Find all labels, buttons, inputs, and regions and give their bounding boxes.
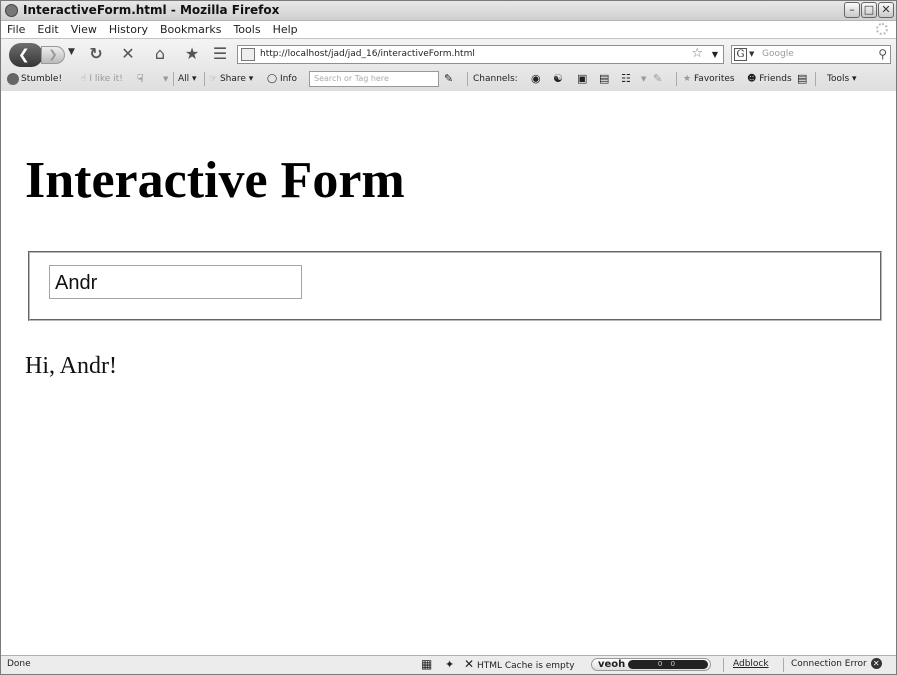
url-bar[interactable]: http://localhost/jad/jad_16/interactiveF… (237, 45, 724, 64)
stumble-button[interactable]: Stumble! (7, 69, 62, 89)
stop-icon[interactable]: ✕ (117, 44, 139, 64)
veoh-logo: veoh (598, 659, 626, 670)
thumbs-up-icon: ☝ (81, 74, 87, 84)
minimize-button[interactable]: – (844, 2, 860, 18)
veoh-counter: 0 0 (628, 660, 708, 669)
search-placeholder[interactable]: Google (762, 46, 794, 63)
site-identity-icon[interactable] (241, 48, 255, 61)
connection-status[interactable]: Connection Error ✕ (791, 656, 882, 673)
greeting-text: Hi, Andr! (25, 353, 117, 379)
thumbs-down-icon[interactable]: ☟ (137, 69, 144, 89)
separator (467, 72, 468, 86)
all-label: All (178, 74, 190, 84)
all-dropdown[interactable]: All ▾ (178, 69, 197, 89)
menu-help[interactable]: Help (273, 21, 298, 38)
adblock-button[interactable]: Adblock (733, 656, 769, 673)
separator (204, 72, 205, 86)
addon-icon[interactable]: ★ (181, 44, 203, 64)
info-bubble-icon: ◯ (267, 74, 278, 84)
tag-icon[interactable]: ✎ (444, 69, 453, 89)
stumbleupon-icon (7, 72, 19, 85)
nav-row: ❮ ❯ ▼ ↻ ✕ ⌂ ★ ☰ http://localhost/jad/jad… (1, 42, 896, 68)
search-engine-icon[interactable]: G (734, 48, 747, 61)
bookmark-star-icon[interactable]: ☆ (691, 45, 703, 62)
close-button[interactable]: ✕ (878, 2, 894, 18)
ilike-button[interactable]: ☝ I like it! (81, 69, 123, 89)
favorites-label: Favorites (693, 74, 735, 84)
channel-globe-icon[interactable]: ◉ (531, 69, 541, 89)
cache-x-icon: ✕ (464, 657, 475, 671)
reload-icon[interactable]: ↻ (85, 44, 107, 64)
veoh-widget[interactable]: veoh 0 0 (591, 658, 711, 671)
separator (676, 72, 677, 86)
channel-tag-icon[interactable]: ✎ (653, 69, 662, 89)
menu-edit[interactable]: Edit (37, 21, 58, 38)
menu-file[interactable]: File (7, 21, 25, 38)
navigation-toolbar: ❮ ❯ ▼ ↻ ✕ ⌂ ★ ☰ http://localhost/jad/jad… (1, 38, 896, 92)
channel-news-icon[interactable]: ☷ (621, 69, 631, 89)
status-text: Done (7, 659, 31, 669)
menu-bar: File Edit View History Bookmarks Tools Help (1, 21, 896, 38)
page-title: Interactive Form (25, 152, 405, 209)
home-icon[interactable]: ⌂ (149, 44, 171, 64)
tools-label: Tools (827, 74, 850, 84)
database-icon[interactable]: ☰ (209, 44, 231, 64)
search-box[interactable]: G ▼ Google ⚲ (731, 45, 891, 64)
separator (783, 658, 784, 672)
status-bar: Done ▦ ✦ ✕ HTML Cache is empty veoh 0 0 … (1, 655, 896, 674)
tools-dropdown[interactable]: Tools ▾ (827, 69, 857, 89)
menu-tools[interactable]: Tools (233, 21, 260, 38)
info-label: Info (279, 74, 297, 84)
channels-dropdown-icon[interactable]: ▼ (641, 69, 646, 89)
friends-button[interactable]: ☻ Friends (747, 69, 792, 89)
favorites-star-icon: ★ (683, 74, 692, 84)
share-button[interactable]: ☞ Share ▾ (209, 69, 253, 89)
html-cache-status[interactable]: ✕ HTML Cache is empty (464, 656, 575, 675)
menu-view[interactable]: View (71, 21, 97, 38)
share-icon: ☞ (209, 74, 218, 84)
channels-label: Channels: (473, 74, 518, 84)
url-text[interactable]: http://localhost/jad/jad_16/interactiveF… (260, 46, 475, 63)
throbber-icon (876, 23, 888, 35)
channel-tv-icon[interactable]: ▤ (599, 69, 609, 89)
cache-label: HTML Cache is empty (476, 661, 575, 671)
stumbleupon-toolbar: Stumble! ☝ I like it! ☟ ▼ All ▾ ☞ Share … (1, 69, 896, 89)
window-title: InteractiveForm.html - Mozilla Firefox (23, 3, 280, 17)
name-input[interactable] (49, 265, 302, 299)
separator (173, 72, 174, 86)
thumbs-dropdown-icon[interactable]: ▼ (163, 69, 168, 89)
ilike-label: I like it! (89, 74, 123, 84)
addon-status-icon[interactable]: ▦ (421, 656, 432, 673)
stumble-label: Stumble! (21, 74, 63, 84)
page-icon[interactable]: ▤ (797, 69, 807, 89)
friends-label: Friends (759, 74, 792, 84)
forward-button[interactable]: ❯ (41, 46, 65, 64)
friends-icon: ☻ (747, 74, 757, 84)
channel-photo-icon[interactable]: ▣ (577, 69, 587, 89)
url-dropdown-icon[interactable]: ▼ (712, 46, 718, 63)
back-button[interactable]: ❮ (9, 43, 43, 67)
search-icon[interactable]: ⚲ (878, 46, 887, 63)
channel-people-icon[interactable]: ☯ (553, 69, 563, 89)
share-label: Share (219, 74, 246, 84)
search-engine-dropdown-icon[interactable]: ▼ (749, 46, 754, 63)
title-bar: InteractiveForm.html - Mozilla Firefox –… (1, 1, 896, 21)
browser-window: InteractiveForm.html - Mozilla Firefox –… (0, 0, 897, 675)
sparkle-icon[interactable]: ✦ (445, 656, 454, 673)
history-dropdown-icon[interactable]: ▼ (68, 47, 75, 57)
favorites-button[interactable]: ★ Favorites (683, 69, 735, 89)
firefox-icon (5, 4, 18, 17)
connection-label: Connection Error (791, 659, 867, 669)
menu-bookmarks[interactable]: Bookmarks (160, 21, 221, 38)
tag-search-input[interactable]: Search or Tag here (309, 71, 439, 87)
menu-history[interactable]: History (109, 21, 148, 38)
window-controls: – □ ✕ (844, 2, 894, 18)
maximize-button[interactable]: □ (861, 2, 877, 18)
separator (815, 72, 816, 86)
page-content: Interactive Form Hi, Andr! (1, 91, 896, 656)
error-icon: ✕ (870, 658, 882, 669)
separator (723, 658, 724, 672)
info-button[interactable]: ◯ Info (267, 69, 297, 89)
